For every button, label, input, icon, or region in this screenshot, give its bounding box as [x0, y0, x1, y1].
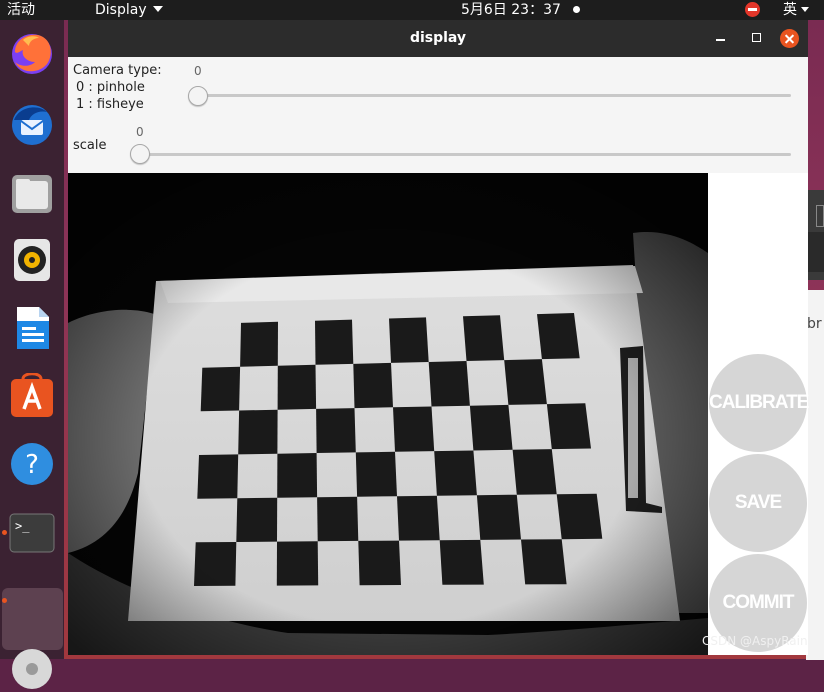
camera-type-option-1: 1 : fisheye	[76, 97, 144, 112]
calibrate-button[interactable]: CALIBRATE	[709, 354, 809, 452]
maximize-icon[interactable]	[752, 33, 761, 42]
files-icon[interactable]	[9, 170, 55, 216]
app-menu[interactable]: Display	[95, 0, 163, 20]
caret-down-icon	[152, 6, 163, 12]
software-center-icon[interactable]	[9, 373, 55, 419]
trackbar-panel: Camera type: 0 : pinhole 1 : fisheye 0 s…	[68, 57, 808, 173]
terminal-icon[interactable]: >_	[9, 510, 55, 556]
firefox-icon[interactable]	[9, 30, 55, 76]
scale-label: scale	[73, 138, 107, 153]
running-indicator-icon	[2, 530, 7, 535]
background-window-scroll-icon	[816, 205, 824, 227]
display-window: display Camera type: 0 : pinhole 1 : fis…	[68, 20, 809, 655]
clock[interactable]: 5月6日 23：37	[461, 0, 561, 20]
app-menu-label: Display	[95, 2, 147, 18]
input-method-indicator[interactable]: 英	[783, 0, 809, 20]
input-method-label: 英	[783, 2, 797, 18]
camera-type-option-0: 0 : pinhole	[76, 80, 145, 95]
camera-type-value: 0	[194, 64, 202, 78]
camera-type-slider-handle[interactable]	[188, 86, 208, 106]
svg-text:>_: >_	[15, 519, 30, 533]
running-indicator-icon	[2, 598, 7, 603]
notification-dot-icon	[573, 6, 580, 13]
background-window-content	[806, 290, 824, 660]
help-icon[interactable]: ?	[9, 441, 55, 487]
close-icon[interactable]	[780, 29, 799, 48]
watermark: CSDN @AspyRain	[702, 634, 808, 648]
show-apps-icon[interactable]	[9, 646, 55, 692]
scale-slider-handle[interactable]	[130, 144, 150, 164]
scale-slider[interactable]	[132, 153, 791, 156]
camera-feed	[68, 173, 708, 655]
background-window-panel	[808, 232, 824, 272]
scale-value: 0	[136, 125, 144, 139]
window-titlebar[interactable]: display	[68, 20, 808, 57]
thunderbird-icon[interactable]	[9, 100, 55, 146]
minimize-icon[interactable]	[716, 39, 725, 41]
camera-type-label: Camera type:	[73, 63, 162, 78]
libreoffice-writer-icon[interactable]	[9, 305, 55, 351]
camera-type-slider[interactable]	[190, 94, 791, 97]
save-button[interactable]: SAVE	[709, 454, 807, 552]
side-button-panel: CALIBRATE SAVE COMMIT	[708, 173, 809, 655]
background-window-text: br	[807, 316, 822, 332]
stop-recording-icon[interactable]	[745, 2, 760, 17]
activities-button[interactable]: 活动	[7, 0, 35, 20]
caret-down-icon	[801, 7, 809, 12]
dock: ? >_	[0, 20, 64, 689]
top-bar: 活动 Display 5月6日 23：37 英	[0, 0, 824, 20]
rhythmbox-icon[interactable]	[9, 237, 55, 283]
dock-item-display-app[interactable]	[2, 588, 63, 650]
svg-text:?: ?	[25, 450, 39, 480]
window-title: display	[409, 30, 467, 46]
